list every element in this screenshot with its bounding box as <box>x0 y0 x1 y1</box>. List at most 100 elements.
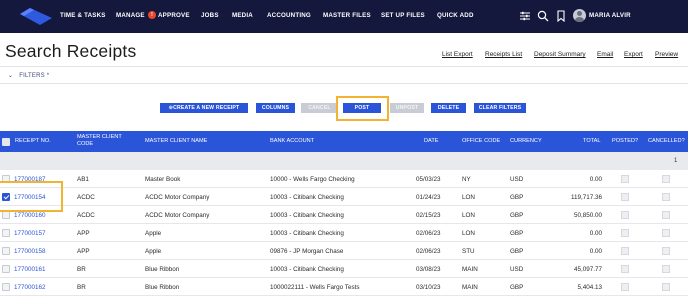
receipt-no-link[interactable]: 177000160 <box>14 212 46 219</box>
office-code-cell: LON <box>462 230 475 237</box>
table-row[interactable]: 177000154 ACDC ACDC Motor Company 10003 - C… <box>0 188 688 206</box>
nav-jobs[interactable]: JOBS <box>201 12 219 19</box>
table-row[interactable]: 177000158 APP Apple 09876 - JP Morgan Chase… <box>0 242 688 260</box>
col-master-client-code[interactable]: MASTER CLIENT CODE <box>77 134 122 148</box>
bank-account-cell: 10000 - Wells Fargo Checking <box>270 176 355 183</box>
col-currency[interactable]: CURRENCY <box>510 138 542 145</box>
export-link[interactable]: Export <box>624 51 643 58</box>
bookmark-icon[interactable] <box>555 10 567 22</box>
select-all-checkbox[interactable] <box>2 138 10 146</box>
receipt-no-link[interactable]: 177000162 <box>14 284 46 291</box>
bank-account-cell: 1000022111 - Wells Fargo Tests <box>270 284 360 291</box>
total-cell: 0.00 <box>589 248 602 255</box>
posted-checkbox <box>621 265 629 273</box>
list-export-link[interactable]: List Export <box>442 51 473 58</box>
client-name-cell: ACDC Motor Company <box>145 194 210 201</box>
row-select-checkbox[interactable] <box>2 229 10 237</box>
deposit-summary-link[interactable]: Deposit Summary <box>534 51 586 58</box>
office-code-cell: STU <box>462 248 475 255</box>
currency-cell: USD <box>510 176 524 183</box>
top-nav: TIME & TASKS MANAGE ! APPROVE JOBS MEDIA… <box>0 0 688 33</box>
receipt-no-link[interactable]: 177000161 <box>14 266 46 273</box>
total-cell: 119,717.36 <box>570 194 602 201</box>
client-name-cell: Master Book <box>145 176 181 183</box>
col-master-client-name[interactable]: MASTER CLIENT NAME <box>145 138 207 145</box>
currency-cell: GBP <box>510 284 524 291</box>
date-cell: 03/08/23 <box>416 266 441 273</box>
receipt-no-link[interactable]: 177000158 <box>14 248 46 255</box>
nav-media[interactable]: MEDIA <box>232 12 253 19</box>
col-cancelled[interactable]: CANCELLED? <box>648 138 685 145</box>
row-select-checkbox[interactable] <box>2 265 10 273</box>
sliders-icon[interactable] <box>519 10 531 22</box>
cancelled-checkbox <box>662 229 670 237</box>
nav-approve[interactable]: APPROVE <box>158 12 190 19</box>
col-date[interactable]: DATE <box>424 138 439 145</box>
user-name[interactable]: MARIA ALVIR <box>589 12 631 19</box>
total-cell: 50,850.00 <box>573 212 602 219</box>
col-receipt-no[interactable]: RECEIPT NO. <box>15 138 51 145</box>
cancel-button[interactable]: CANCEL <box>301 103 338 113</box>
date-cell: 01/24/23 <box>416 194 441 201</box>
bank-account-cell: 10003 - Citibank Checking <box>270 212 344 219</box>
create-receipt-button[interactable]: ⊕CREATE A NEW RECEIPT <box>160 103 248 113</box>
col-master-client-code-line2: CODE <box>77 141 94 147</box>
table-row[interactable]: 177000187 AB1 Master Book 10000 - Wells Far… <box>0 170 688 188</box>
nav-manage[interactable]: MANAGE <box>116 12 145 19</box>
bank-account-cell: 10003 - Citibank Checking <box>270 194 344 201</box>
row-select-checkbox[interactable] <box>2 247 10 255</box>
date-cell: 03/10/23 <box>416 284 441 291</box>
row-select-checkbox[interactable] <box>2 283 10 291</box>
cancelled-checkbox <box>662 283 670 291</box>
table-row[interactable]: 177000161 BR Blue Ribbon 10003 - Citibank C… <box>0 260 688 278</box>
user-avatar[interactable] <box>573 9 586 22</box>
receipts-list-link[interactable]: Receipts List <box>485 51 522 58</box>
client-code-cell: AB1 <box>77 176 89 183</box>
row-select-checkbox[interactable] <box>2 211 10 219</box>
date-cell: 02/06/23 <box>416 230 441 237</box>
col-posted[interactable]: POSTED? <box>612 138 638 145</box>
nav-time-tasks[interactable]: TIME & TASKS <box>60 12 106 19</box>
selected-receipt-highlight <box>0 181 63 212</box>
create-receipt-label: CREATE A NEW RECEIPT <box>173 105 240 111</box>
total-cell: 45,097.77 <box>573 266 602 273</box>
col-master-client-code-line1: MASTER CLIENT <box>77 134 122 140</box>
bank-account-cell: 10003 - Citibank Checking <box>270 266 344 273</box>
posted-checkbox <box>621 283 629 291</box>
table-row[interactable]: 177000157 APP Apple 10003 - Citibank Checki… <box>0 224 688 242</box>
clear-filters-button[interactable]: CLEAR FILTERS <box>474 103 526 113</box>
currency-cell: USD <box>510 266 524 273</box>
cancelled-checkbox <box>662 265 670 273</box>
cancelled-checkbox <box>662 247 670 255</box>
nav-accounting[interactable]: ACCOUNTING <box>267 12 311 19</box>
preview-link[interactable]: Preview <box>655 51 678 58</box>
nav-set-up-files[interactable]: SET UP FILES <box>381 12 425 19</box>
nav-quick-add[interactable]: QUICK ADD <box>437 12 474 19</box>
filters-toggle[interactable]: ⌄ FILTERS * <box>8 72 49 79</box>
currency-cell: GBP <box>510 212 524 219</box>
posted-checkbox <box>621 193 629 201</box>
unpost-button[interactable]: UNPOST <box>390 103 424 113</box>
page-title: Search Receipts <box>5 41 137 61</box>
posted-checkbox <box>621 247 629 255</box>
cancelled-checkbox <box>662 175 670 183</box>
nav-master-files[interactable]: MASTER FILES <box>323 12 371 19</box>
summary-count: 1 <box>674 158 678 164</box>
posted-checkbox <box>621 175 629 183</box>
currency-cell: GBP <box>510 248 524 255</box>
table-row[interactable]: 177000160 ACDC ACDC Motor Company 10003 - C… <box>0 206 688 224</box>
search-icon[interactable] <box>537 10 549 22</box>
bank-account-cell: 09876 - JP Morgan Chase <box>270 248 344 255</box>
col-bank-account[interactable]: BANK ACCOUNT <box>270 138 314 145</box>
delete-button[interactable]: DELETE <box>431 103 466 113</box>
col-total[interactable]: TOTAL <box>583 138 601 145</box>
filters-divider <box>0 83 688 84</box>
table-row[interactable]: 177000162 BR Blue Ribbon 1000022111 - Wells… <box>0 278 688 296</box>
email-link[interactable]: Email <box>597 51 613 58</box>
col-office-code[interactable]: OFFICE CODE <box>462 138 500 145</box>
post-button[interactable]: POST <box>343 103 381 113</box>
total-cell: 0.00 <box>589 230 602 237</box>
receipt-no-link[interactable]: 177000157 <box>14 230 46 237</box>
columns-button[interactable]: COLUMNS <box>256 103 295 113</box>
brand-logo[interactable] <box>20 8 52 25</box>
